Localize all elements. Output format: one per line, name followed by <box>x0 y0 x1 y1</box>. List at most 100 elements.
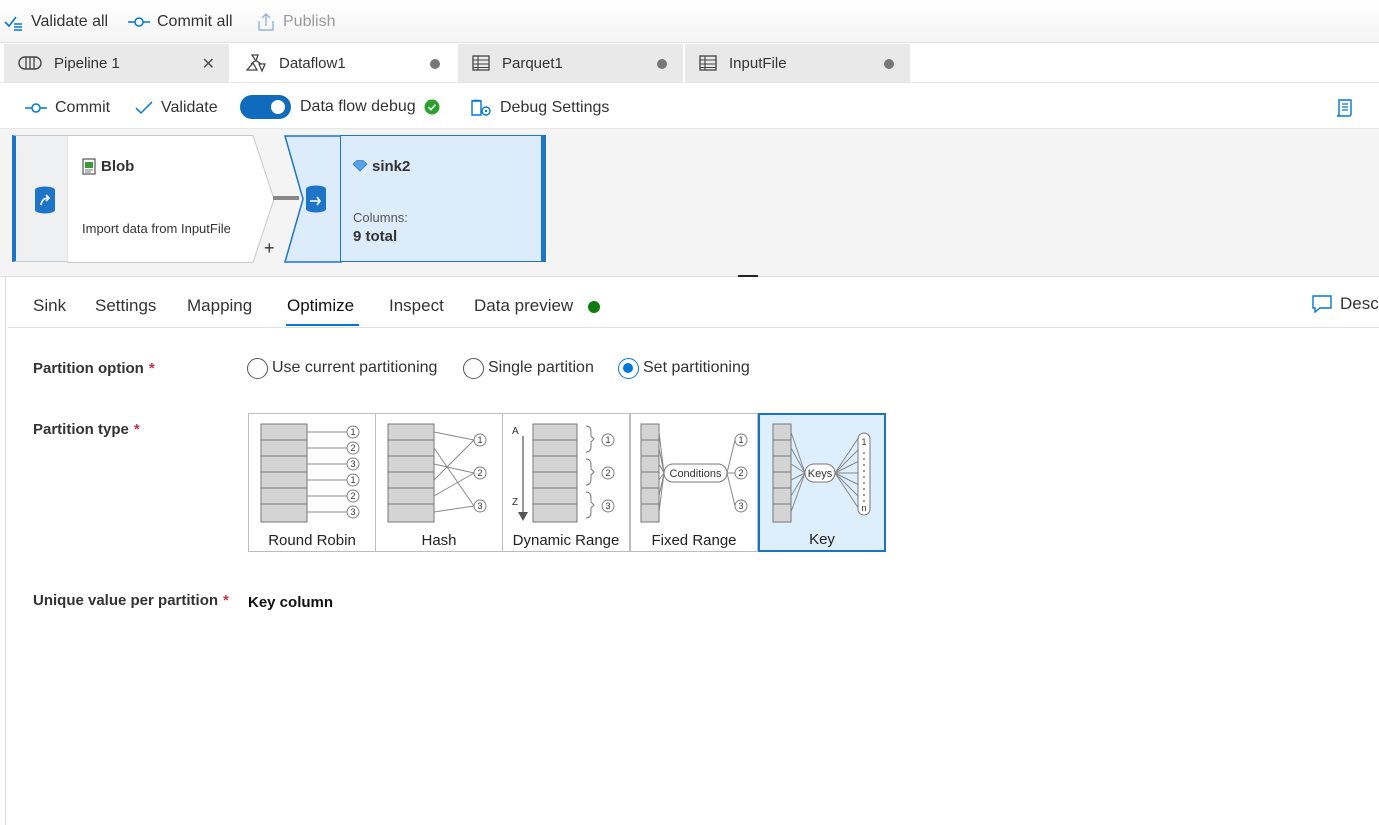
unique-value-text: Unique value per partition <box>33 592 219 609</box>
svg-text:3: 3 <box>738 501 743 511</box>
validate-label: Validate <box>161 99 218 116</box>
required-asterisk: * <box>148 360 155 377</box>
publish-icon <box>258 13 274 31</box>
tab-optimize[interactable]: Optimize <box>287 296 354 316</box>
source-icon <box>35 186 55 214</box>
source-node-blob[interactable] <box>12 135 68 262</box>
data-flow-debug-toggle[interactable]: Data flow debug <box>240 94 440 120</box>
active-tab-indicator <box>286 324 359 326</box>
unique-value-label: Unique value per partition * <box>33 592 229 609</box>
radio-label: Use current partitioning <box>272 359 438 376</box>
svg-text:1: 1 <box>861 437 866 447</box>
partition-type-caption: Key <box>809 531 835 548</box>
radio-use-current-partitioning[interactable]: Use current partitioning <box>247 356 437 380</box>
radio-circle[interactable] <box>463 357 484 379</box>
tab-parquet1[interactable]: Parquet1 <box>458 44 684 82</box>
svg-text:3: 3 <box>350 507 355 517</box>
required-asterisk: * <box>223 592 229 609</box>
radio-set-partitioning[interactable]: Set partitioning <box>618 356 750 380</box>
commit-all-button[interactable]: Commit all <box>128 11 233 33</box>
key-diagram-icon: Keys 1 n <box>772 423 871 523</box>
partition-type-fixed-range[interactable]: Conditions 1 2 3 Fixed Range <box>630 413 758 552</box>
tab-inputfile[interactable]: InputFile <box>685 44 911 82</box>
partition-option-text: Partition option <box>33 360 144 377</box>
description-label: Desc <box>1340 294 1379 313</box>
table-icon <box>699 55 717 71</box>
dataset-icon <box>352 160 368 172</box>
radio-circle[interactable] <box>247 357 268 379</box>
dataflow-canvas[interactable]: Blob Import data from InputFile + sink2 … <box>0 129 1379 277</box>
validate-all-button[interactable]: Validate all <box>4 11 108 33</box>
code-view-button[interactable] <box>1335 97 1355 119</box>
tab-dataflow1[interactable]: Dataflow1 <box>231 44 457 82</box>
commit-button[interactable]: Commit <box>25 97 110 119</box>
svg-text:2: 2 <box>350 491 355 501</box>
partition-type-caption: Hash <box>421 532 457 549</box>
commit-icon <box>128 17 150 27</box>
top-toolbar: Validate all Commit all Publish <box>0 0 1379 43</box>
dataflow-icon <box>245 54 266 73</box>
debug-settings-label: Debug Settings <box>500 99 610 116</box>
tab-settings[interactable]: Settings <box>95 296 156 316</box>
tab-label: Dataflow1 <box>279 54 346 72</box>
debug-settings-icon <box>471 99 491 116</box>
partition-type-dynamic-range[interactable]: A Z 1 2 3 Dynamic Range <box>502 413 630 552</box>
blob-file-icon <box>82 158 96 175</box>
tab-pipeline-1[interactable]: Pipeline 1 ✕ <box>4 44 230 82</box>
svg-text:2: 2 <box>350 443 355 453</box>
unsaved-dot-icon <box>884 59 894 69</box>
commit-icon <box>25 103 47 113</box>
validate-button[interactable]: Validate <box>135 97 218 119</box>
svg-text:2: 2 <box>477 468 482 478</box>
svg-text:Conditions: Conditions <box>670 468 722 480</box>
commit-label: Commit <box>55 99 111 116</box>
sink-columns-value: 9 total <box>353 228 398 245</box>
radio-circle-selected[interactable] <box>618 357 639 379</box>
add-transformation-button[interactable]: + <box>264 238 275 259</box>
source-node-body[interactable] <box>67 135 277 263</box>
svg-text:1: 1 <box>738 435 743 445</box>
sink-columns-label: Columns: <box>353 210 408 225</box>
svg-text:1: 1 <box>350 427 355 437</box>
radio-single-partition[interactable]: Single partition <box>463 356 594 380</box>
description-button[interactable]: Desc <box>1312 294 1379 314</box>
pipeline-icon <box>18 56 42 70</box>
partition-type-hash[interactable]: 1 2 3 Hash <box>375 413 503 552</box>
table-icon <box>472 55 490 71</box>
debug-settings-button[interactable]: Debug Settings <box>470 97 609 119</box>
tab-data-preview[interactable]: Data preview <box>474 296 573 316</box>
partition-type-key[interactable]: Keys 1 n Key <box>758 413 886 552</box>
data-preview-status-dot <box>588 301 600 313</box>
svg-text:Keys: Keys <box>808 468 833 480</box>
partition-type-caption: Fixed Range <box>651 532 737 549</box>
detail-tabs: Sink Settings Mapping Optimize Inspect D… <box>8 278 1379 328</box>
resize-handle[interactable] <box>738 275 758 277</box>
toggle-knob <box>271 100 285 114</box>
partition-type-caption: Dynamic Range <box>512 532 620 549</box>
publish-button[interactable]: Publish <box>256 11 335 33</box>
svg-text:3: 3 <box>477 501 482 511</box>
svg-text:1: 1 <box>350 475 355 485</box>
commit-all-label: Commit all <box>157 13 233 30</box>
svg-text:Z: Z <box>512 497 518 508</box>
validate-all-icon <box>4 16 22 31</box>
partition-type-caption: Round Robin <box>268 532 356 549</box>
dataflow-toolbar: Commit Validate Data flow debug Debug Se… <box>0 84 1379 129</box>
svg-text:2: 2 <box>605 468 610 478</box>
fixed-range-diagram-icon: Conditions 1 2 3 <box>640 423 748 523</box>
toggle-switch[interactable] <box>240 95 291 119</box>
svg-text:n: n <box>861 503 866 513</box>
svg-text:3: 3 <box>350 459 355 469</box>
key-column-value[interactable]: Key column <box>248 594 333 611</box>
tab-mapping[interactable]: Mapping <box>187 296 252 316</box>
partition-type-label: Partition type * <box>33 421 140 438</box>
close-icon[interactable]: ✕ <box>202 54 215 74</box>
tab-sink[interactable]: Sink <box>33 296 66 316</box>
svg-text:1: 1 <box>477 435 482 445</box>
tab-inspect[interactable]: Inspect <box>389 296 444 316</box>
partition-option-label: Partition option * <box>33 360 155 377</box>
success-check-icon <box>424 99 440 115</box>
required-asterisk: * <box>133 421 140 438</box>
partition-type-round-robin[interactable]: 1 2 3 1 2 3 Round Robin <box>248 413 376 552</box>
comment-icon <box>1312 295 1332 313</box>
